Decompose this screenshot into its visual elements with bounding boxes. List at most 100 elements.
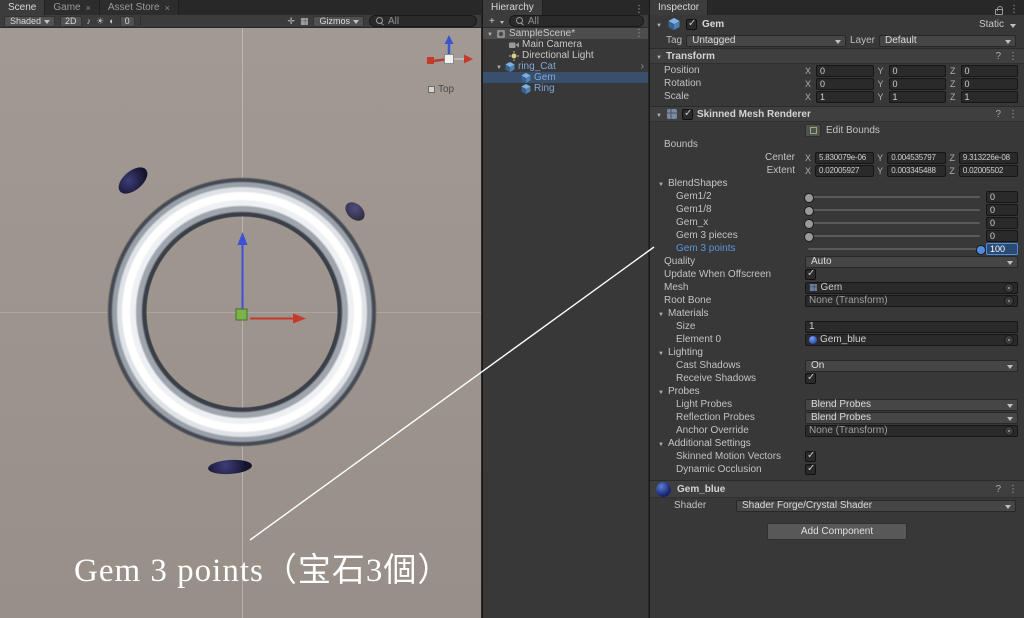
center-x-field[interactable]: 5.830079e-06 xyxy=(815,152,874,164)
foldout-icon[interactable] xyxy=(658,178,664,189)
lock-icon[interactable] xyxy=(995,9,1003,15)
materials-size-field[interactable]: 1 xyxy=(805,321,1018,333)
object-picker-icon[interactable] xyxy=(1004,335,1014,345)
orientation-gizmo[interactable] xyxy=(420,30,478,88)
position-z-field[interactable]: 0 xyxy=(961,65,1018,77)
center-z-field[interactable]: 9.313226e-08 xyxy=(959,152,1018,164)
blendshape-slider[interactable] xyxy=(808,222,980,224)
help-icon[interactable] xyxy=(995,109,1001,120)
layer-dropdown[interactable]: Default xyxy=(879,35,1016,47)
anchor-override-object-field[interactable]: None (Transform) xyxy=(805,425,1018,437)
grid-icon[interactable]: ▦ xyxy=(300,16,309,27)
close-icon[interactable] xyxy=(165,3,170,13)
shader-dropdown[interactable]: Shader Forge/Crystal Shader xyxy=(736,500,1016,512)
scene-search-input[interactable]: All xyxy=(369,15,477,27)
probes-foldout[interactable]: Probes xyxy=(650,385,1024,398)
object-picker-icon[interactable] xyxy=(1004,296,1014,306)
blendshape-value-field[interactable]: 0 xyxy=(986,191,1018,203)
blendshape-slider[interactable] xyxy=(808,248,980,250)
tag-dropdown[interactable]: Untagged xyxy=(686,35,846,47)
component-enabled-checkbox[interactable] xyxy=(682,109,693,120)
additional-settings-foldout[interactable]: Additional Settings xyxy=(650,437,1024,450)
close-icon[interactable] xyxy=(86,3,91,13)
tab-game[interactable]: Game xyxy=(45,0,100,15)
rotation-z-field[interactable]: 0 xyxy=(961,78,1018,90)
hierarchy-scene-row[interactable]: SampleScene* xyxy=(483,28,648,39)
mesh-object-field[interactable]: ▦ Gem xyxy=(805,282,1018,294)
position-x-field[interactable]: 0 xyxy=(816,65,873,77)
object-picker-icon[interactable] xyxy=(1004,283,1014,293)
reflection-probes-dropdown[interactable]: Blend Probes xyxy=(805,412,1018,424)
center-y-field[interactable]: 0.004535797 xyxy=(887,152,946,164)
hierarchy-search-input[interactable]: All xyxy=(509,15,644,27)
quality-dropdown[interactable]: Auto xyxy=(805,256,1018,268)
extent-x-field[interactable]: 0.02005927 xyxy=(815,165,874,177)
receive-shadows-checkbox[interactable] xyxy=(805,373,816,384)
foldout-icon[interactable] xyxy=(658,386,664,397)
menu-icon[interactable] xyxy=(1008,484,1018,495)
blendshape-slider[interactable] xyxy=(808,209,980,211)
audio-icon[interactable]: ♪ xyxy=(87,16,92,27)
cast-shadows-dropdown[interactable]: On xyxy=(805,360,1018,372)
foldout-icon[interactable] xyxy=(656,51,662,62)
rotation-x-field[interactable]: 0 xyxy=(816,78,873,90)
blendshape-value-field[interactable]: 100 xyxy=(986,243,1018,255)
transform-header[interactable]: Transform xyxy=(650,48,1024,64)
hierarchy-item-ring[interactable]: Ring xyxy=(483,83,648,94)
object-picker-icon[interactable] xyxy=(1004,426,1014,436)
hidden-objects-toggle[interactable]: 0 xyxy=(120,16,135,27)
blendshape-slider[interactable] xyxy=(808,235,980,237)
menu-icon[interactable] xyxy=(634,28,648,39)
foldout-icon[interactable] xyxy=(496,61,502,72)
create-object-button[interactable]: + xyxy=(487,16,505,27)
tab-hierarchy[interactable]: Hierarchy xyxy=(483,0,543,15)
skinned-mesh-renderer-header[interactable]: Skinned Mesh Renderer xyxy=(650,106,1024,122)
active-checkbox[interactable] xyxy=(686,19,697,30)
foldout-icon[interactable] xyxy=(656,109,662,120)
static-dropdown[interactable]: Static xyxy=(979,19,1016,30)
shading-dropdown[interactable]: Shaded xyxy=(4,16,55,27)
tab-asset-store[interactable]: Asset Store xyxy=(100,0,179,15)
blendshape-value-field[interactable]: 0 xyxy=(986,217,1018,229)
hierarchy-item-main-camera[interactable]: Main Camera xyxy=(483,39,648,50)
position-y-field[interactable]: 0 xyxy=(889,65,946,77)
blendshape-value-field[interactable]: 0 xyxy=(986,204,1018,216)
menu-icon[interactable] xyxy=(1008,109,1018,120)
scale-z-field[interactable]: 1 xyxy=(961,91,1018,103)
update-when-offscreen-checkbox[interactable] xyxy=(805,269,816,280)
scene-viewport[interactable]: Top xyxy=(0,28,481,618)
menu-icon[interactable] xyxy=(1008,51,1018,62)
scale-x-field[interactable]: 1 xyxy=(816,91,873,103)
view-orientation-label[interactable]: Top xyxy=(428,84,454,95)
extent-y-field[interactable]: 0.003345488 xyxy=(887,165,946,177)
gizmos-dropdown[interactable]: Gizmos xyxy=(313,16,364,27)
tab-scene[interactable]: Scene xyxy=(0,0,45,15)
tab-inspector[interactable]: Inspector xyxy=(650,0,708,15)
material-header[interactable]: Gem_blue xyxy=(650,480,1024,498)
add-component-button[interactable]: Add Component xyxy=(767,523,907,540)
gem-mesh[interactable] xyxy=(114,162,152,198)
blendshapes-foldout[interactable]: BlendShapes xyxy=(650,177,1024,190)
hierarchy-item-ring-cat[interactable]: ring_Cat xyxy=(483,61,648,72)
foldout-icon[interactable] xyxy=(658,347,664,358)
edit-bounds-button[interactable] xyxy=(805,124,821,137)
blendshape-slider[interactable] xyxy=(808,196,980,198)
foldout-icon[interactable] xyxy=(656,19,662,30)
ring-mesh[interactable] xyxy=(107,177,377,447)
lighting-foldout[interactable]: Lighting xyxy=(650,346,1024,359)
foldout-icon[interactable] xyxy=(658,308,664,319)
dynamic-occlusion-checkbox[interactable] xyxy=(805,464,816,475)
2d-toggle[interactable]: 2D xyxy=(60,16,82,27)
hierarchy-item-gem[interactable]: Gem xyxy=(483,72,648,83)
hierarchy-item-directional-light[interactable]: Directional Light xyxy=(483,50,648,61)
gem-mesh[interactable] xyxy=(208,458,253,475)
lighting-icon[interactable]: ☀ xyxy=(96,16,104,27)
menu-icon[interactable] xyxy=(634,4,648,15)
rotation-y-field[interactable]: 0 xyxy=(889,78,946,90)
scale-y-field[interactable]: 1 xyxy=(889,91,946,103)
element0-object-field[interactable]: Gem_blue xyxy=(805,334,1018,346)
materials-foldout[interactable]: Materials xyxy=(650,307,1024,320)
extent-z-field[interactable]: 0.02005502 xyxy=(959,165,1018,177)
foldout-icon[interactable] xyxy=(658,438,664,449)
skinned-motion-vectors-checkbox[interactable] xyxy=(805,451,816,462)
